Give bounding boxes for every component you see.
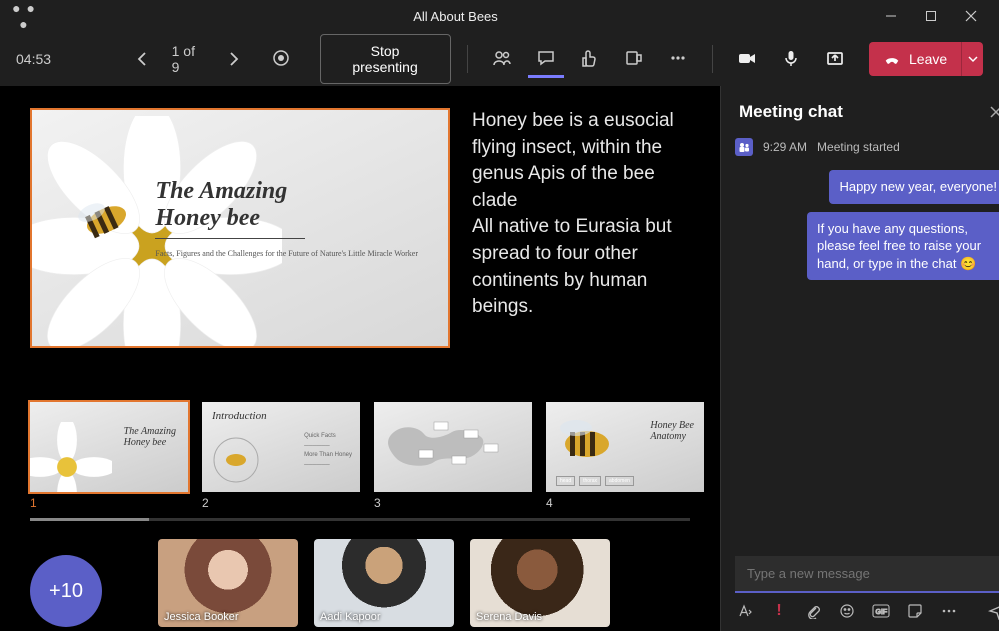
current-slide[interactable]: The Amazing Honey bee Facts, Figures and…	[30, 108, 450, 348]
teams-icon	[735, 138, 753, 156]
presentation-stage: The Amazing Honey bee Facts, Figures and…	[0, 86, 720, 631]
svg-text:GIF: GIF	[876, 609, 888, 616]
presenter-view-icon[interactable]	[263, 40, 299, 78]
leave-label: Leave	[909, 51, 947, 67]
slide-thumbnails: The Amazing Honey bee 1 Introduction Qui…	[0, 396, 720, 512]
close-button[interactable]	[951, 0, 991, 32]
meeting-chat-panel: Meeting chat 9:29 AM Meeting started Hap…	[720, 86, 999, 631]
participant-video-1[interactable]: Jessica Booker	[158, 539, 298, 627]
participant-video-3[interactable]: Serena Davis	[470, 539, 610, 627]
next-slide-button[interactable]	[221, 45, 248, 73]
maximize-button[interactable]	[911, 0, 951, 32]
toolbar-divider	[467, 45, 468, 73]
chat-message-1[interactable]: Happy new year, everyone!	[829, 170, 999, 204]
people-icon[interactable]	[484, 40, 520, 78]
participant-strip: +10 Jessica Booker Aadi Kapoor Serena Da…	[0, 521, 720, 631]
compose-more-icon[interactable]	[939, 601, 959, 621]
participant-name: Jessica Booker	[164, 611, 239, 623]
chat-title: Meeting chat	[739, 102, 843, 122]
participant-video-2[interactable]: Aadi Kapoor	[314, 539, 454, 627]
meeting-timer: 04:53	[16, 51, 51, 67]
participant-name: Serena Davis	[476, 611, 542, 623]
slide-counter: 1 of 9	[172, 43, 205, 75]
app-menu-button[interactable]: ● ● ●	[8, 0, 40, 32]
thumb-number: 4	[546, 496, 704, 510]
chat-message-2[interactable]: If you have any questions, please feel f…	[807, 212, 999, 281]
system-time: 9:29 AM	[763, 140, 807, 154]
stop-presenting-button[interactable]: Stop presenting	[320, 34, 451, 84]
thumbnail-scrollbar[interactable]	[30, 518, 690, 521]
slide-title-line2: Honey bee	[155, 205, 418, 232]
meeting-toolbar: 04:53 1 of 9 Stop presenting Leave	[0, 32, 999, 86]
slide-title-line1: The Amazing	[155, 178, 418, 205]
mic-icon[interactable]	[773, 40, 809, 78]
send-icon[interactable]	[987, 601, 999, 621]
notes-para-2: All native to Eurasia but spread to four…	[472, 214, 692, 320]
thumb-number: 2	[202, 496, 360, 510]
format-icon[interactable]	[735, 601, 755, 621]
compose-input[interactable]	[735, 556, 999, 593]
system-event-row: 9:29 AM Meeting started	[735, 138, 999, 156]
thumbnail-4[interactable]: Honey Bee Anatomy head thorax abdomen	[546, 402, 704, 492]
leave-button-group: Leave	[869, 42, 983, 76]
sticker-icon[interactable]	[905, 601, 925, 621]
leave-button[interactable]: Leave	[869, 42, 961, 76]
leave-dropdown-button[interactable]	[961, 42, 983, 76]
reactions-icon[interactable]	[572, 40, 608, 78]
more-actions-icon[interactable]	[660, 40, 696, 78]
thumb-number: 3	[374, 496, 532, 510]
thumbnail-1[interactable]: The Amazing Honey bee	[30, 402, 188, 492]
notes-para-1: Honey bee is a eusocial flying insect, w…	[472, 108, 692, 214]
compose-toolbar: ! GIF	[735, 593, 999, 621]
attach-icon[interactable]	[803, 601, 823, 621]
gif-icon[interactable]: GIF	[871, 601, 891, 621]
thumbnail-2[interactable]: Introduction Quick Facts──────More Than …	[202, 402, 360, 492]
prev-slide-button[interactable]	[129, 45, 156, 73]
overflow-participants-badge[interactable]: +10	[30, 555, 102, 627]
toolbar-divider	[712, 45, 713, 73]
minimize-button[interactable]	[871, 0, 911, 32]
participant-name: Aadi Kapoor	[320, 611, 381, 623]
camera-icon[interactable]	[729, 40, 765, 78]
thumb-number: 1	[30, 496, 188, 510]
presenter-notes: Honey bee is a eusocial flying insect, w…	[472, 108, 692, 390]
rooms-icon[interactable]	[616, 40, 652, 78]
chat-icon[interactable]	[528, 40, 564, 78]
priority-icon[interactable]: !	[769, 601, 789, 621]
window-title: All About Bees	[40, 9, 871, 24]
close-chat-button[interactable]	[989, 105, 999, 119]
slide-subtitle: Facts, Figures and the Challenges for th…	[155, 249, 418, 259]
hangup-icon	[883, 50, 901, 68]
system-text: Meeting started	[817, 140, 900, 154]
thumbnail-3[interactable]	[374, 402, 532, 492]
share-icon[interactable]	[817, 40, 853, 78]
title-bar: ● ● ● All About Bees	[0, 0, 999, 32]
emoji-icon[interactable]	[837, 601, 857, 621]
